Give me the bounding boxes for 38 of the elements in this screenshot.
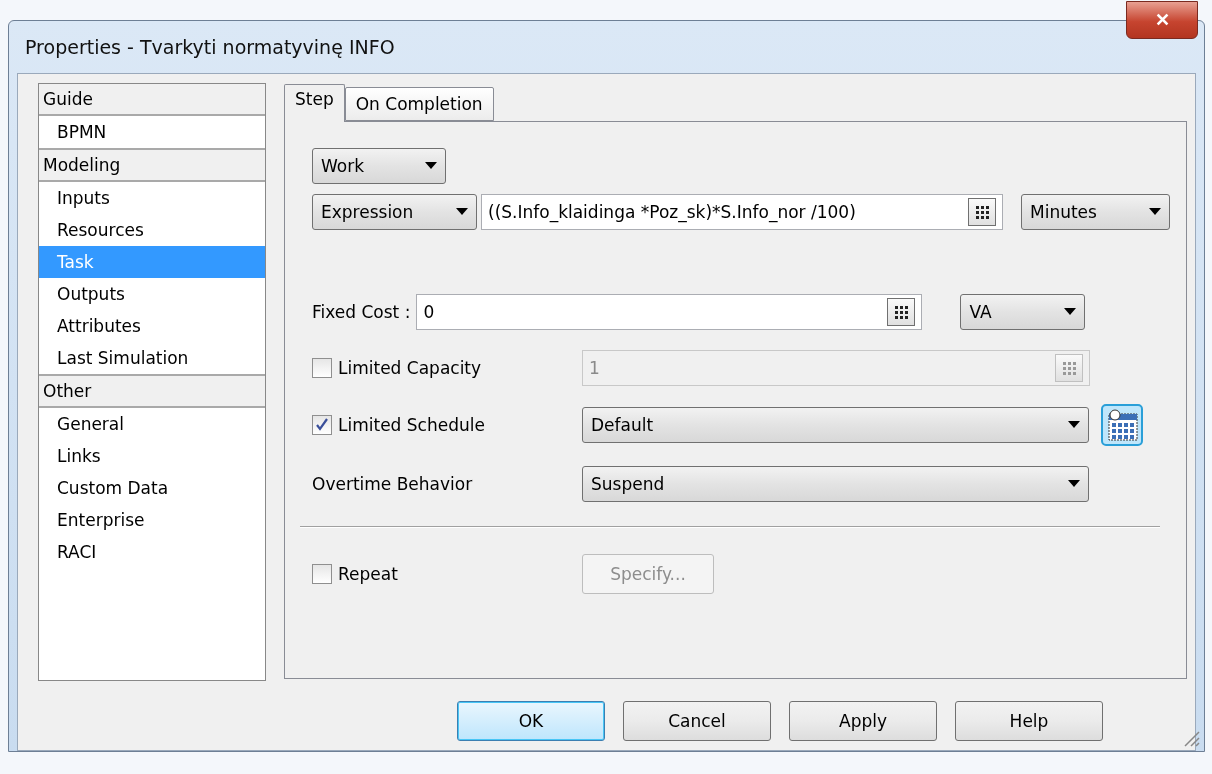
tab[interactable]: On Completion bbox=[344, 87, 494, 121]
caret-icon bbox=[1064, 308, 1077, 316]
group-header: Modeling bbox=[39, 148, 265, 182]
keypad-icon bbox=[1061, 360, 1077, 376]
expression-field[interactable]: ((S.Info_klaidinga *Poz_sk)*S.Info_nor /100) bbox=[481, 194, 1003, 230]
caret-icon bbox=[456, 208, 468, 216]
schedule-dropdown[interactable]: Default bbox=[582, 407, 1089, 443]
keypad-icon bbox=[974, 204, 990, 220]
checkbox[interactable] bbox=[312, 415, 332, 435]
group-header: Other bbox=[39, 374, 265, 408]
checkbox-label: Repeat bbox=[338, 564, 398, 584]
field-label: Fixed Cost : bbox=[312, 302, 411, 322]
type-dropdown[interactable]: Work bbox=[312, 148, 446, 184]
keypad-icon bbox=[893, 304, 910, 320]
caret-icon bbox=[1068, 421, 1080, 429]
caret-icon bbox=[1149, 208, 1161, 216]
check-icon bbox=[315, 418, 329, 432]
checkbox-label: Limited Capacity bbox=[338, 358, 482, 378]
window-title: Properties - Tvarkyti normatyvinę INFO bbox=[25, 36, 395, 58]
keypad-button[interactable] bbox=[968, 198, 996, 226]
tab[interactable]: Step bbox=[284, 84, 345, 122]
duration-mode-dropdown[interactable]: Expression bbox=[312, 194, 477, 230]
unit-dropdown[interactable]: Minutes bbox=[1021, 194, 1170, 230]
dialog-button[interactable]: OK bbox=[457, 701, 605, 741]
caret-icon bbox=[1068, 480, 1080, 488]
dialog-button[interactable]: Apply bbox=[789, 701, 937, 741]
field-label: Overtime Behavior bbox=[312, 474, 474, 494]
dialog-button[interactable]: Help bbox=[955, 701, 1103, 741]
fixed-cost-field[interactable]: 0 bbox=[416, 294, 923, 330]
checkbox-label: Limited Schedule bbox=[338, 415, 485, 435]
overtime-dropdown[interactable]: Suspend bbox=[582, 466, 1089, 502]
caret-icon bbox=[425, 162, 437, 170]
dialog-button[interactable]: Cancel bbox=[623, 701, 771, 741]
keypad-button[interactable] bbox=[887, 298, 916, 326]
calendar-icon[interactable] bbox=[1101, 404, 1143, 446]
group-header: Guide bbox=[39, 84, 265, 116]
close-button[interactable]: ✕ bbox=[1126, 1, 1198, 39]
category-dropdown[interactable]: VA bbox=[960, 294, 1086, 330]
